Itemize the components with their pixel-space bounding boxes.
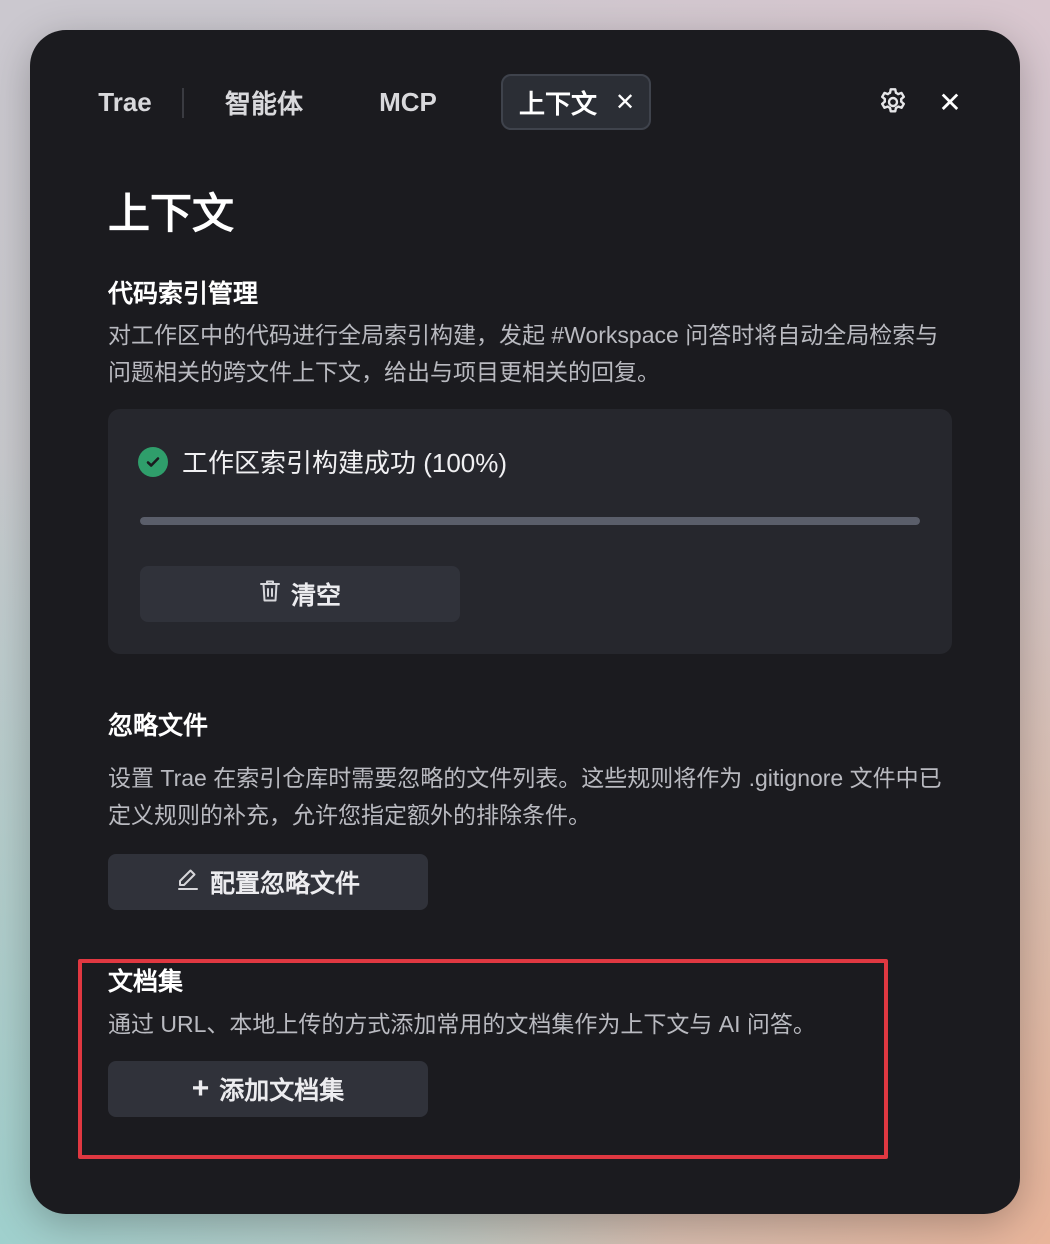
trash-icon (259, 579, 281, 610)
index-progress-fill (140, 517, 920, 525)
check-circle-icon (138, 446, 168, 477)
configure-ignore-button[interactable]: 配置忽略文件 (108, 854, 428, 910)
code-index-description: 对工作区中的代码进行全局索引构建，发起 #Workspace 问答时将自动全局检… (108, 322, 939, 385)
tab-divider (182, 88, 184, 118)
index-status-text: 工作区索引构建成功 (100%) (182, 448, 508, 478)
tab-context[interactable]: 上下文 ✕ (501, 74, 651, 130)
add-docs-button-label: 添加文档集 (219, 1077, 345, 1105)
tab-agent[interactable]: 智能体 (214, 74, 314, 130)
index-status-card: 工作区索引构建成功 (100%) 清空 (108, 409, 952, 654)
configure-button-label: 配置忽略文件 (209, 870, 360, 898)
tab-mcp[interactable]: MCP (372, 74, 444, 130)
docs-description: 通过 URL、本地上传的方式添加常用的文档集作为上下文与 AI 问答。 (108, 1011, 816, 1037)
code-index-title: 代码索引管理 (108, 280, 259, 308)
clear-button-label: 清空 (290, 582, 341, 610)
close-icon[interactable]: ✕ (934, 86, 966, 118)
tab-context-label: 上下文 (519, 88, 598, 119)
edit-icon (176, 867, 200, 898)
tab-close-icon[interactable]: ✕ (615, 88, 635, 117)
highlight-annotation-box (78, 959, 888, 1159)
ignore-files-description: 设置 Trae 在索引仓库时需要忽略的文件列表。这些规则将作为 .gitigno… (108, 765, 942, 828)
page-title: 上下文 (108, 190, 235, 237)
ignore-files-title: 忽略文件 (108, 712, 209, 740)
context-settings-panel: Trae 智能体 MCP 上下文 ✕ ✕ 上下文 代码索引管理 对工作区中的代码… (30, 30, 1020, 1214)
gear-icon[interactable] (877, 86, 909, 118)
index-status-row: 工作区索引构建成功 (100%) (138, 443, 507, 480)
tab-trae[interactable]: Trae (90, 74, 160, 130)
docs-title: 文档集 (108, 968, 184, 996)
plus-icon: + (191, 1072, 210, 1105)
index-progress-bar (140, 517, 920, 525)
clear-index-button[interactable]: 清空 (140, 566, 460, 622)
add-docs-button[interactable]: + 添加文档集 (108, 1061, 428, 1117)
